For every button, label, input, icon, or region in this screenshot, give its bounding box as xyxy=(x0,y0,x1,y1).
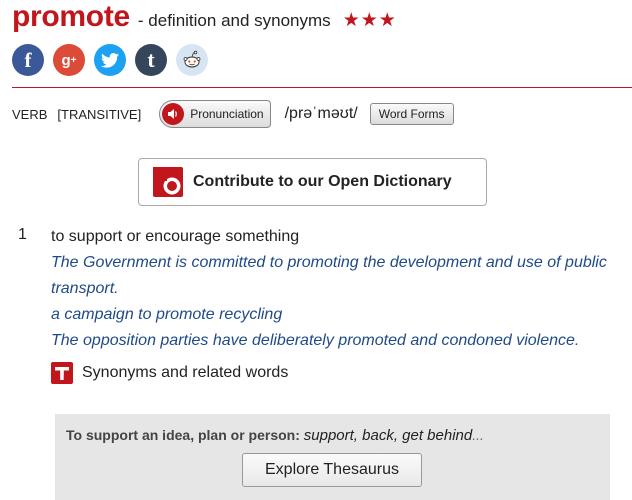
facebook-icon[interactable]: f xyxy=(12,44,44,76)
contribute-label: Contribute to our Open Dictionary xyxy=(193,173,452,190)
star-icon: ★ xyxy=(360,10,378,31)
ipa-transcription: /prəˈməʊt/ xyxy=(284,105,358,122)
transitivity-label: [TRANSITIVE] xyxy=(57,106,142,122)
thesaurus-icon xyxy=(51,362,73,384)
open-dictionary-logo-icon xyxy=(153,167,183,197)
pronunciation-button[interactable]: Pronunciation xyxy=(159,100,271,128)
pronunciation-label: Pronunciation xyxy=(190,107,264,121)
synonyms-heading[interactable]: Synonyms and related words xyxy=(51,360,623,386)
rating-stars: ★ ★ ★ xyxy=(343,9,396,32)
thesaurus-line: To support an idea, plan or person: supp… xyxy=(66,427,484,444)
star-icon: ★ xyxy=(378,10,396,31)
sense-body: to support or encourage something The Go… xyxy=(51,226,623,386)
sense-block: 1 to support or encourage something The … xyxy=(18,226,623,386)
thesaurus-synonyms[interactable]: support, back, get behind xyxy=(304,427,472,444)
social-share-bar: f g + t xyxy=(12,44,208,76)
example-sentence: a campaign to promote recycling xyxy=(51,306,283,323)
example-sentence: The Government is committed to promoting… xyxy=(51,254,607,297)
twitter-icon[interactable] xyxy=(94,44,126,76)
contribute-button[interactable]: Contribute to our Open Dictionary xyxy=(138,158,487,206)
reddit-icon[interactable] xyxy=(176,44,208,76)
word-forms-button[interactable]: Word Forms xyxy=(369,103,454,125)
tumblr-icon[interactable]: t xyxy=(135,44,167,76)
explore-thesaurus-button[interactable]: Explore Thesaurus xyxy=(242,453,422,487)
example-sentence: The opposition parties have deliberately… xyxy=(51,332,580,349)
grammar-row: VERB [TRANSITIVE] Pronunciation /prəˈməʊ… xyxy=(12,99,454,129)
header-divider xyxy=(12,87,632,88)
thesaurus-lead: To support an idea, plan or person: xyxy=(66,427,300,443)
thesaurus-ellipsis: ... xyxy=(472,427,484,443)
part-of-speech: VERB xyxy=(12,106,48,122)
thesaurus-panel: To support an idea, plan or person: supp… xyxy=(55,414,610,500)
google-plus-icon[interactable]: g + xyxy=(53,44,85,76)
headword: promote xyxy=(12,0,130,33)
speaker-icon xyxy=(162,103,185,125)
entry-header: promote - definition and synonyms ★ ★ ★ xyxy=(12,0,396,36)
definition-text: to support or encourage something xyxy=(51,228,300,245)
sense-number: 1 xyxy=(18,226,27,243)
synonyms-label: Synonyms and related words xyxy=(82,364,289,381)
header-subtitle: - definition and synonyms xyxy=(137,11,331,30)
star-icon: ★ xyxy=(342,10,360,31)
